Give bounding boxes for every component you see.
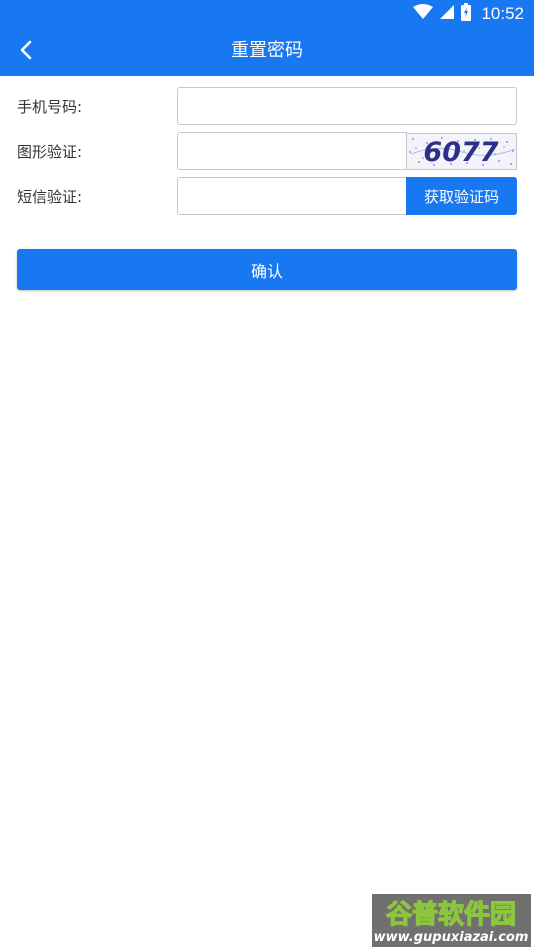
header-bar: 重置密码 — [0, 28, 534, 76]
captcha-image[interactable]: 6077 — [406, 133, 517, 170]
status-time: 10:52 — [481, 4, 524, 23]
sms-code-input[interactable] — [177, 177, 407, 215]
captcha-input[interactable] — [177, 132, 407, 170]
phone-input[interactable] — [177, 87, 517, 125]
phone-label: 手机号码: — [17, 98, 83, 116]
get-sms-code-button[interactable]: 获取验证码 — [406, 177, 517, 215]
cell-signal-icon — [439, 4, 455, 24]
captcha-row: 图形验证: 6077 — [0, 132, 534, 172]
watermark-logo: 谷普软件园 www.gupuxiazai.com — [372, 894, 531, 947]
battery-icon — [461, 3, 472, 25]
captcha-text: 6077 — [423, 137, 498, 168]
sms-row: 短信验证: 获取验证码 — [0, 177, 534, 217]
page-title: 重置密码 — [231, 40, 303, 61]
status-icons: 10:52 — [413, 3, 524, 25]
watermark-brand: 谷普软件园 — [386, 899, 516, 930]
status-bar: 10:52 — [0, 0, 534, 28]
wifi-icon — [413, 4, 434, 24]
sms-label: 短信验证: — [17, 188, 83, 206]
confirm-button[interactable]: 确认 — [17, 249, 517, 290]
watermark-url: www.gupuxiazai.com — [374, 930, 529, 945]
phone-row: 手机号码: — [0, 87, 534, 127]
captcha-label: 图形验证: — [17, 143, 83, 161]
